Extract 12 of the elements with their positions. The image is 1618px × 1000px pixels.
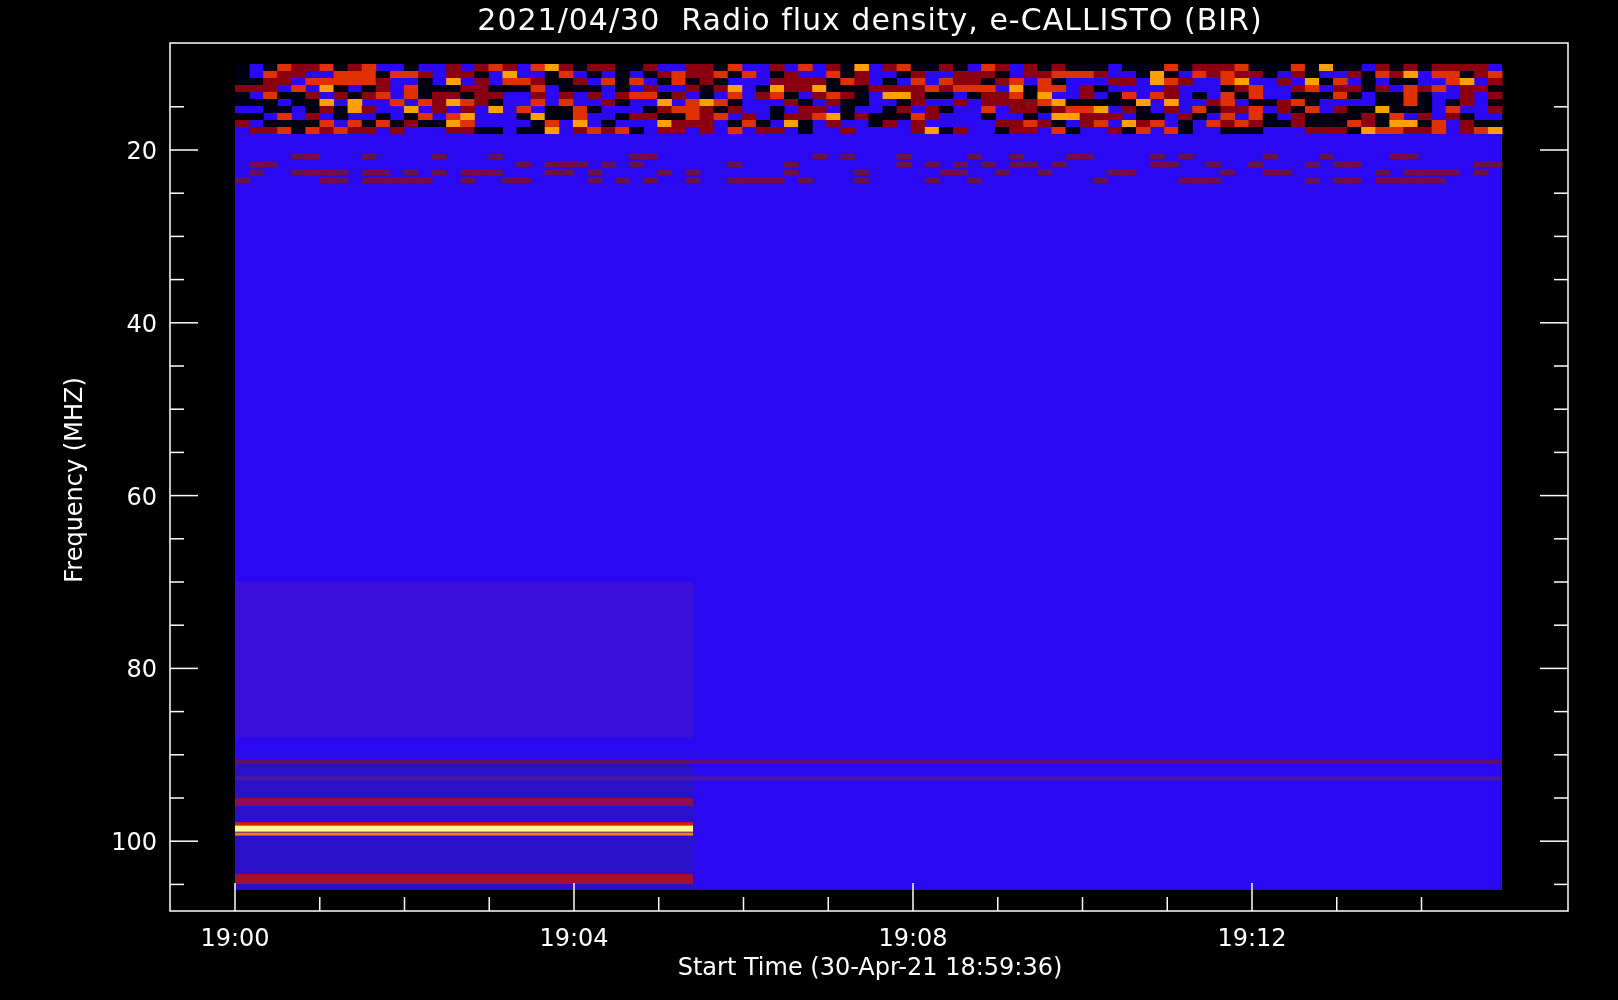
x-axis-label: Start Time (30-Apr-21 18:59:36) xyxy=(677,953,1063,981)
plot-title: 2021/04/30 Radio flux density, e-CALLISTO (BIR) xyxy=(477,2,1263,37)
x-tick-label: 19:12 xyxy=(1217,924,1287,952)
x-tick-label: 19:00 xyxy=(200,924,270,952)
y-tick-label: 40 xyxy=(126,309,157,338)
y-tick-label: 60 xyxy=(126,482,157,511)
y-axis-label: Frequency (MHZ) xyxy=(60,377,88,583)
y-tick-label: 20 xyxy=(126,137,157,165)
x-tick-label: 19:04 xyxy=(539,924,609,952)
y-tick-label: 80 xyxy=(126,655,157,684)
x-tick-label: 19:08 xyxy=(878,924,948,952)
y-tick-label: 100 xyxy=(111,828,157,857)
